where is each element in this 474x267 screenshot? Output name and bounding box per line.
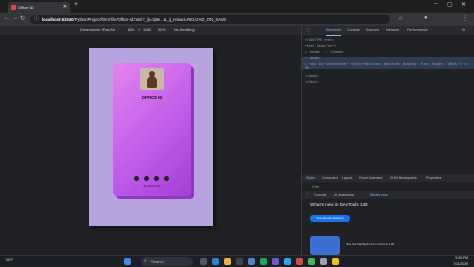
width-field[interactable]: 820 bbox=[128, 26, 134, 35]
promo-thumbnail[interactable] bbox=[310, 236, 340, 255]
profile-icon[interactable]: ● bbox=[424, 15, 428, 21]
app-icon-4[interactable] bbox=[284, 258, 291, 265]
url-path: /PythonProject/html-file/Office-id.html?… bbox=[73, 17, 226, 22]
app-icon-5[interactable] bbox=[296, 258, 303, 265]
code-line[interactable]: </html> bbox=[305, 80, 318, 84]
store-icon[interactable] bbox=[236, 258, 243, 265]
photo-body-shape bbox=[147, 76, 157, 88]
favicon-icon bbox=[11, 5, 16, 10]
tab-drawer-console[interactable]: Console bbox=[314, 191, 326, 199]
app-icon-3[interactable] bbox=[272, 258, 279, 265]
clock-time: 5:25 PM bbox=[453, 256, 468, 262]
zoom-select[interactable]: 50% bbox=[158, 26, 166, 35]
tab-computed[interactable]: Computed bbox=[322, 174, 338, 182]
tab-performance[interactable]: Performance bbox=[407, 26, 428, 35]
maximize-icon[interactable]: ▢ bbox=[447, 1, 453, 8]
styles-filter-input[interactable]: Filter bbox=[302, 183, 474, 191]
windows-taskbar: 86°F ⌕ Search 5:25 PM 7/11/2025 bbox=[0, 255, 474, 266]
tab-title: Office ID bbox=[18, 5, 34, 10]
tab-elements[interactable]: Elements bbox=[326, 26, 341, 36]
code-line[interactable]: </body> bbox=[305, 74, 318, 78]
inspect-icon[interactable]: ⬚ bbox=[306, 26, 309, 35]
see-all-features-button[interactable]: See all new features bbox=[310, 215, 350, 222]
code-line-selected[interactable]: ▸ <div id="idcontainer" style="position:… bbox=[305, 62, 473, 70]
close-window-icon[interactable]: ✕ bbox=[461, 1, 466, 8]
app-icon-6[interactable] bbox=[308, 258, 315, 265]
minimize-icon[interactable]: – bbox=[434, 1, 437, 7]
tab-ai-assistance[interactable]: AI assistance bbox=[334, 191, 354, 199]
start-icon[interactable] bbox=[124, 258, 131, 265]
close-tab-icon[interactable]: ✕ bbox=[63, 2, 67, 13]
throttle-select[interactable]: No throttling bbox=[174, 26, 194, 35]
system-clock[interactable]: 5:25 PM 7/11/2025 bbox=[453, 256, 468, 267]
app-icon-7[interactable] bbox=[320, 258, 327, 265]
new-tab-icon[interactable]: + bbox=[74, 1, 78, 8]
id-card: OFFICE ID By Saiirah info bbox=[113, 63, 191, 196]
task-view-icon[interactable] bbox=[200, 258, 207, 265]
app-icon-1[interactable] bbox=[248, 258, 255, 265]
drawer-tabs: ⋮ Console AI assistance What's new bbox=[302, 191, 474, 199]
explorer-icon[interactable] bbox=[224, 258, 231, 265]
chrome-icon[interactable] bbox=[332, 258, 339, 265]
url-host: localhost:63340 bbox=[42, 17, 73, 22]
browser-tab[interactable]: Office ID ✕ bbox=[8, 2, 70, 13]
search-icon: ⌕ bbox=[144, 257, 147, 266]
site-info-icon[interactable]: ⓘ bbox=[34, 15, 39, 24]
social-icon-1[interactable] bbox=[134, 176, 139, 181]
weather-widget[interactable]: 86°F bbox=[6, 258, 13, 262]
clock-date: 7/11/2025 bbox=[453, 262, 468, 267]
whats-new-heading: What's new in DevTools 138 bbox=[310, 202, 368, 207]
menu-icon[interactable]: ⋮ bbox=[462, 15, 468, 22]
tab-sources[interactable]: Sources bbox=[366, 26, 379, 35]
tab-console[interactable]: Console bbox=[347, 26, 360, 35]
styles-tabs: Styles Computed Layout Event Listeners D… bbox=[302, 174, 474, 182]
social-icon-2[interactable] bbox=[144, 176, 149, 181]
social-icon-4[interactable] bbox=[164, 176, 169, 181]
settings-icon[interactable]: ⚙ bbox=[462, 26, 465, 35]
star-icon[interactable]: ☆ bbox=[398, 15, 403, 22]
address-bar-row: ← → ↻ ⓘ localhost:63340/PythonProject/ht… bbox=[0, 13, 474, 26]
card-footer: By Saiirah info bbox=[113, 185, 191, 188]
tab-event-listeners[interactable]: Event Listeners bbox=[359, 174, 382, 182]
forward-icon[interactable]: → bbox=[12, 15, 18, 21]
tab-layout[interactable]: Layout bbox=[342, 174, 352, 182]
dimension-separator: × bbox=[138, 26, 140, 35]
tab-styles[interactable]: Styles bbox=[306, 174, 315, 182]
taskbar-search[interactable]: ⌕ Search bbox=[141, 257, 193, 266]
social-icon-3[interactable] bbox=[154, 176, 159, 181]
device-toolbar: Dimensions: iPad Air 820 × 1180 50% No t… bbox=[0, 26, 301, 35]
devtools-panel: ⬚ Elements Console Sources Network Perfo… bbox=[301, 26, 474, 255]
code-line[interactable]: ▾ <body> bbox=[305, 56, 320, 60]
edge-icon[interactable] bbox=[212, 258, 219, 265]
browser-tab-bar: Office ID ✕ + – ▢ ✕ bbox=[0, 0, 474, 13]
tab-dom-breakpoints[interactable]: DOM Breakpoints bbox=[390, 174, 417, 182]
code-line[interactable]: <!DOCTYPE html> bbox=[305, 38, 334, 42]
drawer-menu-icon[interactable]: ⋮ bbox=[306, 191, 309, 199]
back-icon[interactable]: ← bbox=[4, 15, 10, 21]
profile-photo bbox=[140, 68, 164, 90]
reload-icon[interactable]: ↻ bbox=[20, 15, 25, 22]
height-field[interactable]: 1180 bbox=[143, 26, 151, 35]
search-label: Search bbox=[151, 259, 164, 264]
code-line[interactable]: ▸ <head> ··· </head> bbox=[305, 50, 343, 54]
code-line[interactable]: <html lang="en"> bbox=[305, 44, 336, 48]
device-select[interactable]: Dimensions: iPad Air bbox=[80, 26, 115, 35]
devtools-tabs: ⬚ Elements Console Sources Network Perfo… bbox=[302, 26, 474, 35]
card-title: OFFICE ID bbox=[113, 95, 191, 100]
tab-network[interactable]: Network bbox=[386, 26, 399, 35]
tab-properties[interactable]: Properties bbox=[426, 174, 441, 182]
app-icon-2[interactable] bbox=[260, 258, 267, 265]
url-field[interactable]: ⓘ localhost:63340/PythonProject/html-fil… bbox=[30, 15, 390, 24]
promo-text[interactable]: See the highlights from Chrome 138 bbox=[346, 242, 394, 246]
social-icons bbox=[131, 176, 173, 182]
tab-whats-new[interactable]: What's new bbox=[370, 191, 387, 199]
